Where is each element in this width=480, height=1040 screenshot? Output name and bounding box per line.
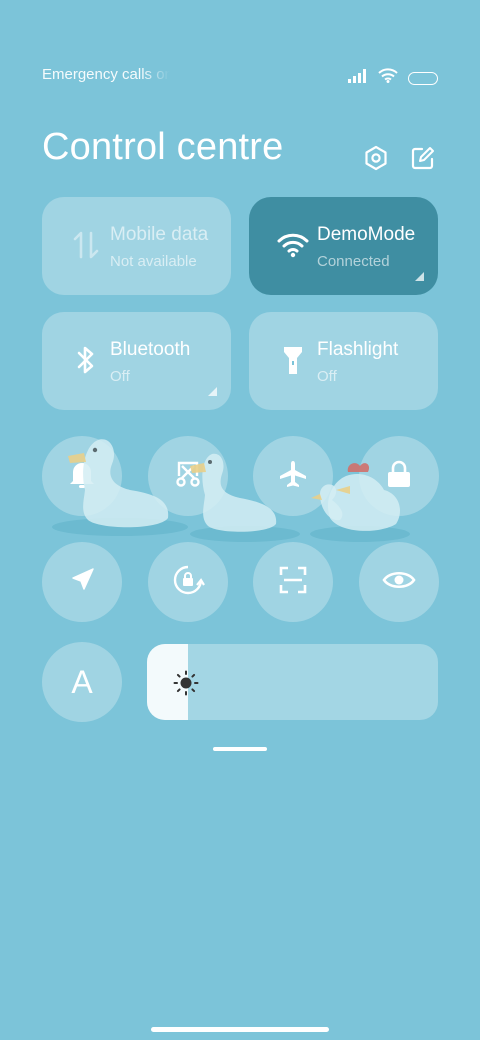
toggle-scanner[interactable] <box>253 542 333 622</box>
bell-icon <box>69 459 95 494</box>
toggle-eye[interactable] <box>359 542 439 622</box>
expand-corner-icon <box>208 387 217 396</box>
settings-button[interactable] <box>362 145 390 176</box>
eye-icon <box>382 568 416 597</box>
sun-icon <box>173 670 199 696</box>
tile-wifi[interactable]: DemoMode Connected <box>249 197 438 295</box>
tile-bluetooth[interactable]: Bluetooth Off <box>42 312 231 410</box>
toggle-rotation-lock[interactable] <box>148 542 228 622</box>
toggle-airplane[interactable] <box>253 436 333 516</box>
toggle-screenshot[interactable] <box>148 436 228 516</box>
drag-handle[interactable] <box>213 747 267 751</box>
toggle-lock[interactable] <box>359 436 439 516</box>
carrier-text: Emergency calls only <box>42 66 170 83</box>
tile-title: DemoMode <box>317 224 416 245</box>
tile-title: Bluetooth <box>110 339 191 360</box>
battery-icon <box>408 71 438 85</box>
toggle-font[interactable]: A <box>42 642 122 722</box>
edit-icon <box>410 145 436 176</box>
tile-subtitle: Off <box>110 368 130 385</box>
brightness-slider[interactable] <box>147 644 438 720</box>
tile-flashlight[interactable]: Flashlight Off <box>249 312 438 410</box>
page-title: Control centre <box>42 126 284 168</box>
status-bar: Emergency calls only <box>42 64 438 88</box>
bluetooth-icon <box>68 342 104 378</box>
wifi-icon <box>275 227 311 263</box>
scanner-icon <box>278 565 308 600</box>
location-icon <box>68 566 96 599</box>
settings-icon <box>363 145 389 176</box>
signal-icon <box>348 68 368 88</box>
screenshot-icon <box>173 459 203 494</box>
tile-subtitle: Connected <box>317 253 390 270</box>
font-label: A <box>71 663 93 700</box>
expand-corner-icon <box>415 272 424 281</box>
lock-icon <box>386 459 412 494</box>
toggle-bell[interactable] <box>42 436 122 516</box>
toggle-location[interactable] <box>42 542 122 622</box>
tile-mobile-data[interactable]: Mobile data Not available <box>42 197 231 295</box>
home-indicator[interactable] <box>151 1027 329 1032</box>
airplane-icon <box>278 459 308 494</box>
tile-subtitle: Not available <box>110 253 197 270</box>
flashlight-icon <box>275 342 311 378</box>
wifi-icon <box>378 68 398 88</box>
data-arrows-icon <box>68 227 104 263</box>
rotation-lock-icon <box>171 563 205 602</box>
status-icons <box>348 68 438 88</box>
tile-title: Flashlight <box>317 339 399 360</box>
edit-button[interactable] <box>409 146 437 174</box>
tile-title: Mobile data <box>110 224 209 245</box>
tile-subtitle: Off <box>317 368 337 385</box>
